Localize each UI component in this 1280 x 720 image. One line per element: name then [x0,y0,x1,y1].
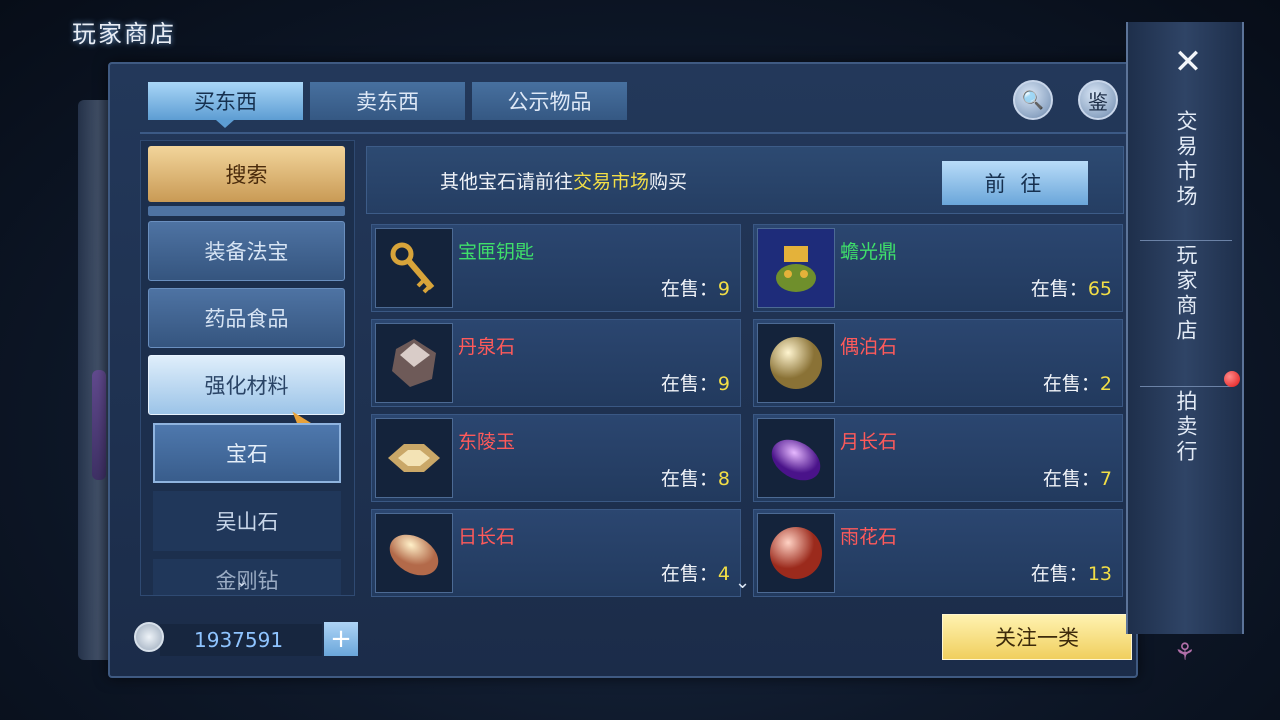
appraise-label: 鉴 [1088,89,1108,114]
item-card[interactable]: 丹泉石 在售：9 [371,319,741,407]
stock-label: 在售： [1030,563,1088,585]
stock-label: 在售： [1042,468,1100,490]
category-divider [148,206,345,216]
item-card[interactable]: 日长石 在售：4 [371,509,741,597]
side-nav-player-shop[interactable]: 玩家商店 [1168,244,1204,344]
category-enhance-materials[interactable]: 强化材料 [148,355,345,415]
item-name: 丹泉石 [458,336,516,358]
tab-buy[interactable]: 买东西 [148,82,303,120]
stock-count: 8 [717,468,730,490]
stock-count: 7 [1099,468,1112,490]
header-divider [140,132,1130,134]
banner-text-after: 购买 [649,171,688,193]
item-name: 宝匣钥匙 [458,241,535,263]
tab-pointer-icon [216,120,234,128]
stock-label: 在售： [1042,373,1100,395]
market-link: 交易市场 [573,171,650,193]
purple-gem-icon [757,418,835,498]
purple-ribbon [92,370,106,480]
follow-category-button[interactable]: 关注一类 [942,614,1132,660]
toad-cauldron-icon [757,228,835,308]
notification-dot-icon [1224,371,1240,387]
knot-ornament-icon: ⚘ [1174,638,1196,666]
chevron-down-icon[interactable]: ⌄ [236,574,248,590]
tab-sell[interactable]: 卖东西 [310,82,465,120]
stock-count: 13 [1087,563,1112,585]
item-stock: 在售：9 [661,274,730,301]
currency-amount: 1937591 [160,624,322,656]
go-button[interactable]: 前 往 [942,161,1088,205]
item-name: 蟾光鼎 [840,241,898,263]
category-equipment[interactable]: 装备法宝 [148,221,345,281]
item-name: 东陵玉 [458,431,516,453]
search-category-button[interactable]: 搜索 [148,146,345,202]
search-icon: 🔍 [1021,89,1045,111]
stock-count: 4 [717,563,730,585]
side-nav-trade-market[interactable]: 交易市场 [1168,110,1204,210]
item-stock: 在售：4 [661,559,730,586]
red-sphere-icon [757,513,835,593]
item-card[interactable]: 东陵玉 在售：8 [371,414,741,502]
gold-gem-icon [375,418,453,498]
stock-label: 在售： [660,563,718,585]
stock-count: 9 [717,278,730,300]
stock-label: 在售： [660,468,718,490]
page-title: 玩家商店 [72,20,176,48]
item-card[interactable]: 蟾光鼎 在售：65 [753,224,1123,312]
item-card[interactable]: 偶泊石 在售：2 [753,319,1123,407]
subcategory-wushan-stone[interactable]: 吴山石 [153,491,341,551]
item-stock: 在售：9 [661,369,730,396]
item-name: 月长石 [840,431,898,453]
item-card[interactable]: 宝匣钥匙 在售：9 [371,224,741,312]
scroll-down-icon[interactable]: ⌄ [735,572,750,593]
stock-label: 在售： [660,373,718,395]
item-stock: 在售：13 [1031,559,1112,586]
close-icon[interactable]: ✕ [1168,42,1208,82]
banner-text: 其他宝石请前往交易市场购买 [440,167,687,194]
item-card[interactable]: 月长石 在售：7 [753,414,1123,502]
stock-count: 2 [1099,373,1112,395]
item-name: 偶泊石 [840,336,898,358]
item-name: 日长石 [458,526,516,548]
stock-count: 9 [717,373,730,395]
stock-label: 在售： [1030,278,1088,300]
subcategory-gem[interactable]: 宝石 [153,423,341,483]
coin-icon [134,622,164,652]
stock-count: 65 [1087,278,1112,300]
gold-sphere-icon [757,323,835,403]
item-stock: 在售：7 [1043,464,1112,491]
appraise-button[interactable]: 鉴 [1078,80,1118,120]
dark-gem-icon [375,323,453,403]
stock-label: 在售： [660,278,718,300]
side-nav-divider [1140,240,1232,241]
item-card[interactable]: 雨花石 在售：13 [753,509,1123,597]
key-icon [375,228,453,308]
banner-text-before: 其他宝石请前往 [440,171,574,193]
item-stock: 在售：65 [1031,274,1112,301]
item-stock: 在售：8 [661,464,730,491]
item-name: 雨花石 [840,526,898,548]
sun-gem-icon [375,513,453,593]
item-stock: 在售：2 [1043,369,1112,396]
side-nav-auction-house[interactable]: 拍卖行 [1168,390,1204,465]
search-record-button[interactable]: 🔍 [1013,80,1053,120]
tab-public-items[interactable]: 公示物品 [472,82,627,120]
side-nav-divider [1140,386,1232,387]
category-medicine-food[interactable]: 药品食品 [148,288,345,348]
add-currency-button[interactable]: + [324,622,358,656]
